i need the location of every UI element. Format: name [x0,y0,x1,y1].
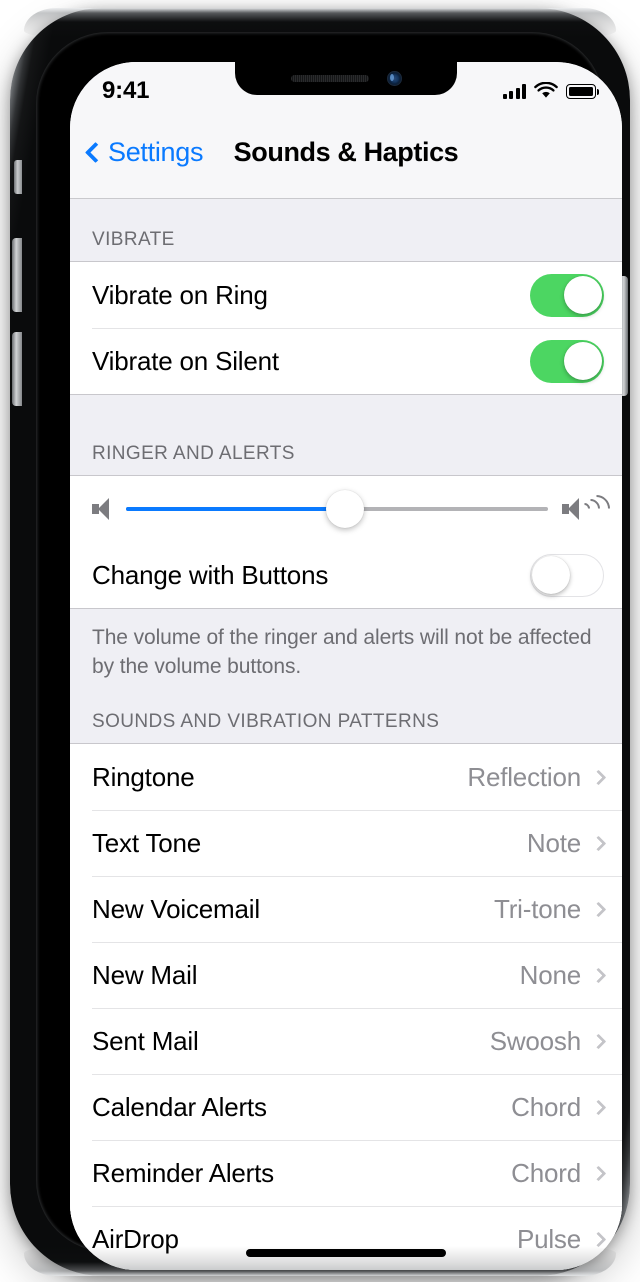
chevron-right-icon [590,769,607,785]
row-value: Note [526,827,581,858]
chevron-right-icon [590,1231,607,1247]
iphone-device-frame: 9:41 Settings Sounds & Haptics VIBRATE V… [10,8,630,1276]
chevron-right-icon [590,1165,607,1181]
vibrate-group: Vibrate on Ring Vibrate on Silent [70,261,622,395]
mute-switch-button[interactable] [14,160,22,194]
toggle-knob [563,342,602,380]
status-bar-indicators [502,79,600,99]
chevron-right-icon [590,1033,607,1049]
row-change-with-buttons[interactable]: Change with Buttons [70,542,622,608]
chevron-right-icon [590,1099,607,1115]
row-value: Chord [511,1091,581,1122]
row-value: Tri-tone [493,893,581,924]
slider-thumb[interactable] [326,490,365,528]
settings-scroll-area[interactable]: VIBRATE Vibrate on Ring Vibrate on Silen… [70,199,622,1270]
row-value: None [519,959,582,990]
change-with-buttons-toggle[interactable] [530,553,604,597]
ringer-volume-slider[interactable] [126,490,548,528]
speaker-low-icon [92,498,112,520]
row-label: New Voicemail [92,893,260,924]
section-spacer [70,681,622,711]
row-new-mail[interactable]: New Mail None [70,942,622,1008]
back-to-settings-button[interactable]: Settings [84,136,204,168]
back-button-label: Settings [108,136,204,167]
row-value: Reflection [467,761,581,792]
row-airdrop[interactable]: AirDrop Pulse [70,1206,622,1270]
wifi-icon [534,82,558,98]
toggle-knob [532,555,570,594]
sounds-group: Ringtone Reflection Text Tone Note New Voice… [70,743,622,1270]
row-value: Pulse [516,1223,581,1254]
vibrate-on-ring-toggle[interactable] [530,273,604,317]
top-spacer [70,199,622,229]
section-header-ringer-and-alerts: RINGER AND ALERTS [70,443,622,475]
chevron-left-icon [84,141,107,164]
navigation-bar: Settings Sounds & Haptics [70,106,622,199]
phone-screen: 9:41 Settings Sounds & Haptics VIBRATE V… [70,62,622,1270]
row-label: Calendar Alerts [92,1091,267,1122]
volume-down-button[interactable] [12,332,22,406]
row-label: Sent Mail [92,1025,199,1056]
chevron-right-icon [590,901,607,917]
row-label: Ringtone [92,761,195,792]
row-label: Vibrate on Ring [92,279,268,310]
row-value: Chord [511,1157,581,1188]
row-label: Text Tone [92,827,202,858]
screenshot-root: 9:41 Settings Sounds & Haptics VIBRATE V… [0,0,640,1282]
row-vibrate-on-silent[interactable]: Vibrate on Silent [70,328,622,394]
signal-bars-icon [502,83,526,99]
row-text-tone[interactable]: Text Tone Note [70,810,622,876]
section-header-vibrate: VIBRATE [70,229,622,261]
screen-bezel: 9:41 Settings Sounds & Haptics VIBRATE V… [36,32,622,1270]
row-label: Vibrate on Silent [92,345,279,376]
row-reminder-alerts[interactable]: Reminder Alerts Chord [70,1140,622,1206]
slider-fill [126,507,346,511]
row-ringtone[interactable]: Ringtone Reflection [70,744,622,810]
notch [235,62,457,95]
volume-up-button[interactable] [12,238,22,312]
battery-full-icon [566,84,600,99]
ringer-footer-note: The volume of the ringer and alerts will… [70,609,622,681]
row-label: New Mail [92,959,198,990]
row-sent-mail[interactable]: Sent Mail Swoosh [70,1008,622,1074]
front-camera-icon [386,71,402,86]
row-vibrate-on-ring[interactable]: Vibrate on Ring [70,262,622,328]
chevron-right-icon [590,967,607,983]
row-ringer-volume [70,476,622,542]
earpiece-speaker-icon [290,75,369,82]
section-spacer [70,395,622,443]
vibrate-on-silent-toggle[interactable] [530,339,604,383]
section-header-sounds-and-vibration-patterns: SOUNDS AND VIBRATION PATTERNS [70,711,622,743]
chevron-right-icon [590,835,607,851]
speaker-high-icon [562,489,616,528]
home-indicator[interactable] [246,1249,446,1257]
row-new-voicemail[interactable]: New Voicemail Tri-tone [70,876,622,942]
row-value: Swoosh [489,1025,582,1056]
row-calendar-alerts[interactable]: Calendar Alerts Chord [70,1074,622,1140]
row-label: Reminder Alerts [92,1157,274,1188]
row-label: Change with Buttons [92,559,329,590]
toggle-knob [563,276,602,314]
ringer-group: Change with Buttons [70,475,622,609]
status-bar-time: 9:41 [102,77,150,104]
